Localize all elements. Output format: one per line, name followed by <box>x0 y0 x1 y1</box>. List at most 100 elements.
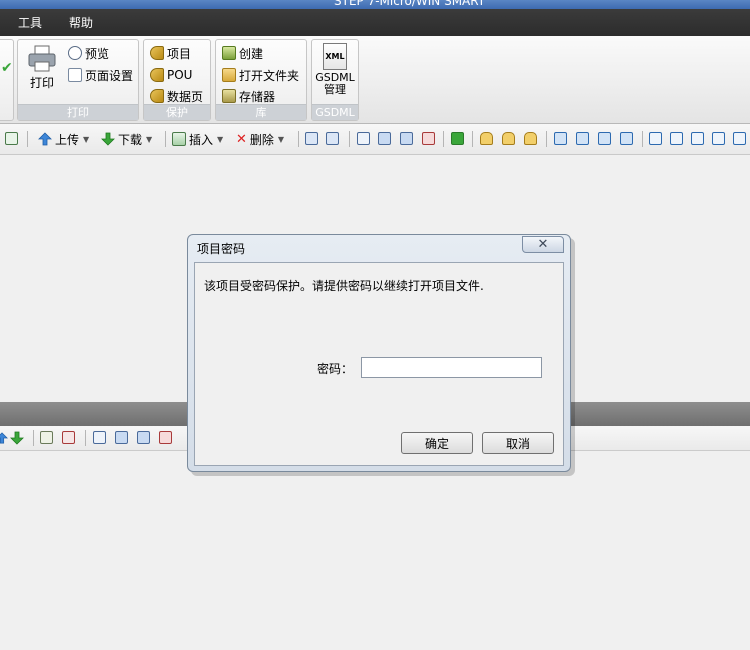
next-bookmark-icon[interactable] <box>137 431 150 444</box>
coil-icon[interactable] <box>670 132 683 145</box>
main-toolbar: 上传 ▼ 下载 ▼ 插入 ▼ ✕ 删除 ▼ <box>0 124 750 155</box>
protect-project-button[interactable]: 项目 <box>150 43 191 63</box>
key-icon <box>150 68 164 82</box>
dialog-title: 项目密码 <box>197 242 246 256</box>
download-button[interactable]: 下载 ▼ <box>101 131 152 147</box>
remove-bookmark-icon[interactable] <box>159 431 172 444</box>
toolbar-separator <box>349 131 350 147</box>
preview-button[interactable]: 预览 <box>68 43 109 63</box>
branch-icon[interactable] <box>554 132 567 145</box>
ribbon-group-protect: 项目 POU 数据页 保护 <box>143 39 211 121</box>
lock-icon[interactable] <box>480 132 493 145</box>
password-label: 密码： <box>317 362 354 376</box>
new-page-icon[interactable] <box>40 431 53 444</box>
library-create-button[interactable]: 创建 <box>222 43 263 63</box>
next-bookmark-icon[interactable] <box>400 132 413 145</box>
gsdml-manage-button[interactable]: XML GSDML 管理 <box>314 43 356 105</box>
protect-pou-label: POU <box>167 68 193 82</box>
bookmark-icon[interactable] <box>93 431 106 444</box>
network-icon[interactable] <box>305 132 318 145</box>
toolbar-separator <box>472 131 473 147</box>
arrow-up-icon[interactable] <box>0 431 8 445</box>
contact-icon[interactable] <box>649 132 662 145</box>
window-title: STEP 7-Micro/WIN SMART <box>334 0 486 8</box>
toolbar-separator <box>33 430 34 446</box>
title-bar: STEP 7-Micro/WIN SMART <box>0 0 750 9</box>
dropdown-arrow-icon[interactable]: ▼ <box>278 135 284 144</box>
previous-bookmark-icon[interactable] <box>378 132 391 145</box>
memory-icon <box>222 89 236 103</box>
dialog-message: 该项目受密码保护。请提供密码以继续打开项目文件. <box>204 279 484 293</box>
arrow-down-icon <box>101 132 115 146</box>
magnifier-icon <box>68 46 82 60</box>
close-button[interactable]: ✕ <box>522 236 564 253</box>
line-up-icon[interactable] <box>598 132 611 145</box>
line-right-icon[interactable] <box>620 132 633 145</box>
check-icon: ✔ <box>1 60 13 76</box>
delete-label: 删除 <box>249 132 274 147</box>
go-icon[interactable] <box>451 132 464 145</box>
box-icon[interactable] <box>691 132 704 145</box>
download-label: 下载 <box>118 132 143 147</box>
delete-x-icon: ✕ <box>236 131 247 147</box>
library-memory-label: 存储器 <box>239 89 276 104</box>
create-library-icon <box>222 46 236 60</box>
unlock-icon[interactable] <box>502 132 515 145</box>
menu-help[interactable]: 帮助 <box>69 14 93 31</box>
xml-file-icon: XML <box>323 43 347 70</box>
arrow-down-icon[interactable] <box>10 431 24 445</box>
toolbar-separator <box>642 131 643 147</box>
page-setup-button[interactable]: 页面设置 <box>68 65 133 85</box>
terminal-icon[interactable] <box>733 132 746 145</box>
protect-project-label: 项目 <box>167 46 192 61</box>
library-group-label: 库 <box>216 104 306 120</box>
ribbon-group-gsdml: XML GSDML 管理 GSDML <box>311 39 359 121</box>
toolbar-separator <box>546 131 547 147</box>
network-icon[interactable] <box>326 132 339 145</box>
toolbar-separator <box>27 131 28 147</box>
printer-icon <box>28 45 56 72</box>
bookmark-icon[interactable] <box>357 132 370 145</box>
insert-icon <box>172 132 186 146</box>
preview-label: 预览 <box>85 46 110 61</box>
ribbon: ✔ 打印 预览 页面设置 打印 项目 POU 数据页 保护 创建 打开文件夹 存… <box>0 36 750 124</box>
library-memory-button[interactable]: 存储器 <box>222 86 275 106</box>
toolbar-separator <box>443 131 444 147</box>
gsdml-manage-label: GSDML 管理 <box>315 71 355 96</box>
page-setup-label: 页面设置 <box>85 68 134 83</box>
compile-icon[interactable] <box>5 132 18 145</box>
line-down-icon[interactable] <box>576 132 589 145</box>
cancel-button[interactable]: 取消 <box>482 432 554 454</box>
remove-bookmark-icon[interactable] <box>422 132 435 145</box>
box-output-icon[interactable] <box>712 132 725 145</box>
protect-pou-button[interactable]: POU <box>150 65 192 85</box>
password-input[interactable] <box>361 357 542 378</box>
gsdml-group-label: GSDML <box>312 104 358 120</box>
library-create-label: 创建 <box>239 46 264 61</box>
library-open-folder-button[interactable]: 打开文件夹 <box>222 65 299 85</box>
menu-tools[interactable]: 工具 <box>18 14 42 31</box>
dropdown-arrow-icon[interactable]: ▼ <box>83 135 89 144</box>
lock-add-icon[interactable] <box>524 132 537 145</box>
dropdown-arrow-icon[interactable]: ▼ <box>217 135 223 144</box>
insert-label: 插入 <box>189 132 214 147</box>
dropdown-arrow-icon[interactable]: ▼ <box>146 135 152 144</box>
upload-button[interactable]: 上传 ▼ <box>38 131 89 147</box>
print-label: 打印 <box>29 76 54 90</box>
toolbar-separator <box>85 430 86 446</box>
protect-group-label: 保护 <box>144 104 210 120</box>
ribbon-group-print: 打印 预览 页面设置 打印 <box>17 39 139 121</box>
ok-button[interactable]: 确定 <box>401 432 473 454</box>
print-button[interactable]: 打印 <box>24 44 60 102</box>
dialog-body: 该项目受密码保护。请提供密码以继续打开项目文件. 密码： 确定 取消 <box>194 262 564 466</box>
toolbar-separator <box>165 131 166 147</box>
insert-button[interactable]: 插入 ▼ <box>172 131 223 147</box>
key-icon <box>150 89 164 103</box>
arrow-up-icon <box>38 132 52 146</box>
delete-page-icon[interactable] <box>62 431 75 444</box>
delete-button[interactable]: ✕ 删除 ▼ <box>236 131 284 147</box>
close-icon: ✕ <box>537 237 549 252</box>
protect-data-page-button[interactable]: 数据页 <box>150 86 203 106</box>
previous-bookmark-icon[interactable] <box>115 431 128 444</box>
menu-bar: 工具 帮助 <box>0 9 750 36</box>
